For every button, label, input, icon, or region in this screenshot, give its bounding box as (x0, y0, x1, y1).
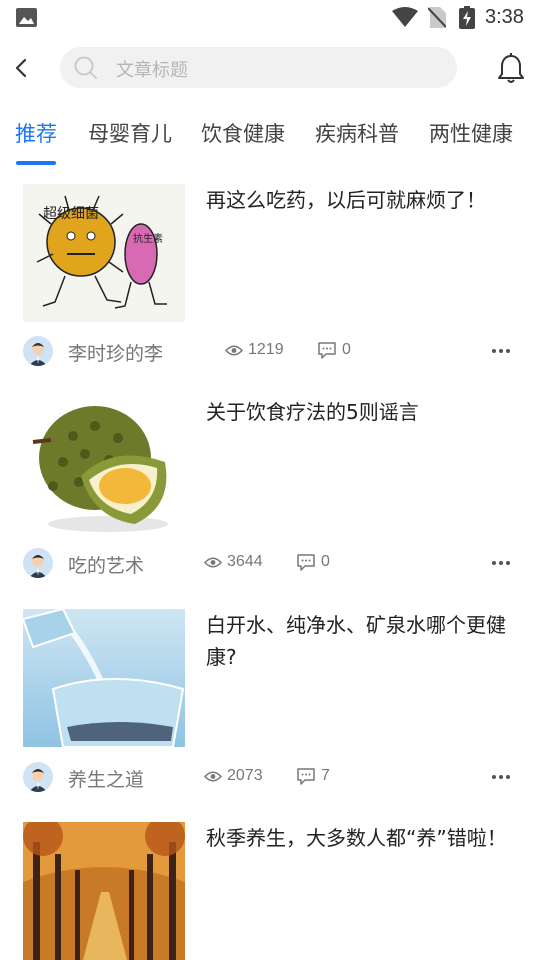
more-options-icon[interactable] (490, 767, 512, 787)
avatar[interactable] (23, 336, 53, 366)
category-tabs: 推荐 母婴育儿 饮食健康 疾病科普 两性健康 (0, 112, 540, 168)
tab-diet-health[interactable]: 饮食健康 (201, 118, 285, 148)
search-input[interactable]: 文章标题 (60, 47, 457, 88)
cartoon-label-germ: 超级细菌 (43, 206, 99, 222)
status-time: 3:38 (485, 6, 524, 28)
article-meta: 李时珍的李 1219 0 (0, 336, 540, 368)
comment-count: 0 (342, 341, 351, 358)
autumn-trees-image (23, 822, 185, 960)
eye-icon (225, 345, 243, 356)
battery-charging-icon (459, 6, 475, 29)
comment-icon (297, 768, 315, 785)
avatar[interactable] (23, 548, 53, 578)
author-name[interactable]: 养生之道 (68, 765, 144, 792)
article-title[interactable]: 白开水、纯净水、矿泉水哪个更健康? (206, 609, 516, 673)
comment-count: 7 (321, 767, 330, 784)
more-options-icon[interactable] (490, 341, 512, 361)
article-title[interactable]: 再这么吃药，以后可就麻烦了！ (206, 184, 516, 216)
durian-image (23, 396, 185, 534)
tab-recommended[interactable]: 推荐 (15, 118, 57, 148)
comment-count: 0 (321, 553, 330, 570)
bell-icon[interactable] (496, 52, 526, 86)
view-count: 1219 (248, 341, 284, 358)
no-sim-icon (428, 7, 446, 28)
eye-icon (204, 771, 222, 782)
search-placeholder: 文章标题 (116, 60, 188, 81)
avatar[interactable] (23, 762, 53, 792)
comment-icon (318, 342, 336, 359)
tab-active-indicator (16, 161, 56, 165)
cartoon-label-antibiotic: 抗生素 (133, 232, 163, 245)
article-meta: 养生之道 2073 7 (0, 762, 540, 794)
article-title[interactable]: 秋季养生，大多数人都“养”错啦！ (206, 822, 516, 854)
tab-parenting[interactable]: 母婴育儿 (88, 118, 172, 148)
tab-sexual-health[interactable]: 两性健康 (429, 118, 513, 148)
eye-icon (204, 557, 222, 568)
back-arrow-icon[interactable] (8, 52, 36, 84)
comment-icon (297, 554, 315, 571)
status-bar: 3:38 (0, 0, 540, 36)
search-icon (74, 56, 97, 79)
article-title[interactable]: 关于饮食疗法的5则谣言 (206, 396, 516, 428)
view-count: 3644 (227, 553, 263, 570)
gallery-icon (16, 8, 37, 27)
article-meta: 吃的艺术 3644 0 (0, 548, 540, 580)
more-options-icon[interactable] (490, 553, 512, 573)
author-name[interactable]: 吃的艺术 (68, 551, 144, 578)
water-glass-image (23, 609, 185, 747)
tab-disease-science[interactable]: 疾病科普 (315, 118, 399, 148)
wifi-icon (392, 7, 418, 27)
author-name[interactable]: 李时珍的李 (68, 339, 163, 366)
view-count: 2073 (227, 767, 263, 784)
cartoon-germs-image: 超级细菌 抗生素 (23, 184, 185, 322)
